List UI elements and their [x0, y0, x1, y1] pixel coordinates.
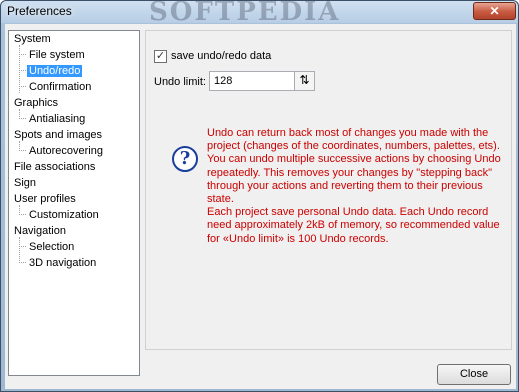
tree-item-confirmation[interactable]: Confirmation — [27, 80, 93, 94]
tree-item-label: Customization — [29, 209, 99, 221]
title-bar[interactable]: Preferences SOFTPEDIA ✕ — [1, 0, 518, 27]
tree-connector — [19, 118, 26, 119]
help-paragraph: You can undo multiple successive actions… — [207, 153, 501, 206]
client-area: System File system Undo/redo Confirmatio… — [5, 24, 516, 389]
tree-item-label: Graphics — [14, 97, 59, 109]
tree-connector — [19, 86, 26, 87]
close-button[interactable]: Close — [437, 364, 511, 385]
preferences-window: Preferences SOFTPEDIA ✕ System File syst… — [0, 0, 519, 392]
tree-item-customization[interactable]: Customization — [27, 208, 101, 222]
undo-help-text: Undo can return back most of changes you… — [207, 127, 503, 246]
tree-connector — [19, 237, 20, 261]
tree-item-label: Sign — [14, 177, 37, 189]
watermark: SOFTPEDIA — [149, 0, 341, 27]
tree-item-label: Autorecovering — [29, 145, 103, 157]
tree-item-label: User profiles — [14, 193, 76, 205]
tree-item-label: Selection — [29, 241, 75, 253]
tree-connector — [19, 70, 26, 71]
help-paragraph: Each project save personal Undo data. Ea… — [207, 206, 500, 245]
tree-item-label: Navigation — [14, 225, 66, 237]
window-title: Preferences — [7, 4, 72, 18]
tree-item-label: Spots and images — [14, 129, 103, 141]
tree-item-autorecovering[interactable]: Autorecovering — [27, 144, 105, 158]
window-close-button[interactable]: ✕ — [473, 2, 516, 20]
tree-item-undo-redo[interactable]: Undo/redo — [27, 64, 83, 78]
tree-item-sign[interactable]: Sign — [12, 176, 38, 190]
save-undo-label[interactable]: save undo/redo data — [171, 50, 271, 62]
tree-item-3d-navigation[interactable]: 3D navigation — [27, 256, 98, 270]
tree-item-label: System — [14, 33, 51, 45]
tree-connector — [19, 141, 20, 149]
tree-item-navigation[interactable]: Navigation — [12, 224, 68, 238]
preferences-tree[interactable]: System File system Undo/redo Confirmatio… — [8, 30, 140, 376]
tree-item-system[interactable]: System — [12, 32, 53, 46]
tree-connector — [19, 214, 26, 215]
tree-item-label: Antialiasing — [29, 113, 86, 125]
undo-limit-input[interactable]: 128 — [214, 75, 232, 87]
undo-settings-panel: ✓ save undo/redo data Undo limit: 128 ⇅ … — [145, 30, 512, 350]
tree-item-file-associations[interactable]: File associations — [12, 160, 97, 174]
tree-item-label: Confirmation — [29, 81, 92, 93]
tree-connector — [19, 109, 20, 117]
undo-limit-spinbox[interactable]: 128 ⇅ — [209, 71, 315, 91]
tree-connector — [19, 246, 26, 247]
tree-connector — [19, 262, 26, 263]
save-undo-checkbox[interactable]: ✓ — [154, 50, 167, 63]
tree-item-spots-and-images[interactable]: Spots and images — [12, 128, 104, 142]
undo-limit-label: Undo limit: — [154, 76, 206, 88]
tree-connector — [19, 54, 26, 55]
tree-item-file-system[interactable]: File system — [27, 48, 87, 62]
tree-item-label: 3D navigation — [29, 257, 97, 269]
tree-item-label: File associations — [14, 161, 96, 173]
help-question-icon: ? — [172, 146, 198, 172]
tree-item-label: Undo/redo — [27, 65, 83, 77]
help-paragraph: Undo can return back most of changes you… — [207, 127, 500, 153]
tree-item-selection[interactable]: Selection — [27, 240, 76, 254]
tree-connector — [19, 150, 26, 151]
tree-item-antialiasing[interactable]: Antialiasing — [27, 112, 87, 126]
tree-item-graphics[interactable]: Graphics — [12, 96, 60, 110]
spin-arrows-icon[interactable]: ⇅ — [294, 72, 314, 90]
tree-connector — [19, 205, 20, 213]
tree-item-user-profiles[interactable]: User profiles — [12, 192, 78, 206]
tree-item-label: File system — [29, 49, 85, 61]
